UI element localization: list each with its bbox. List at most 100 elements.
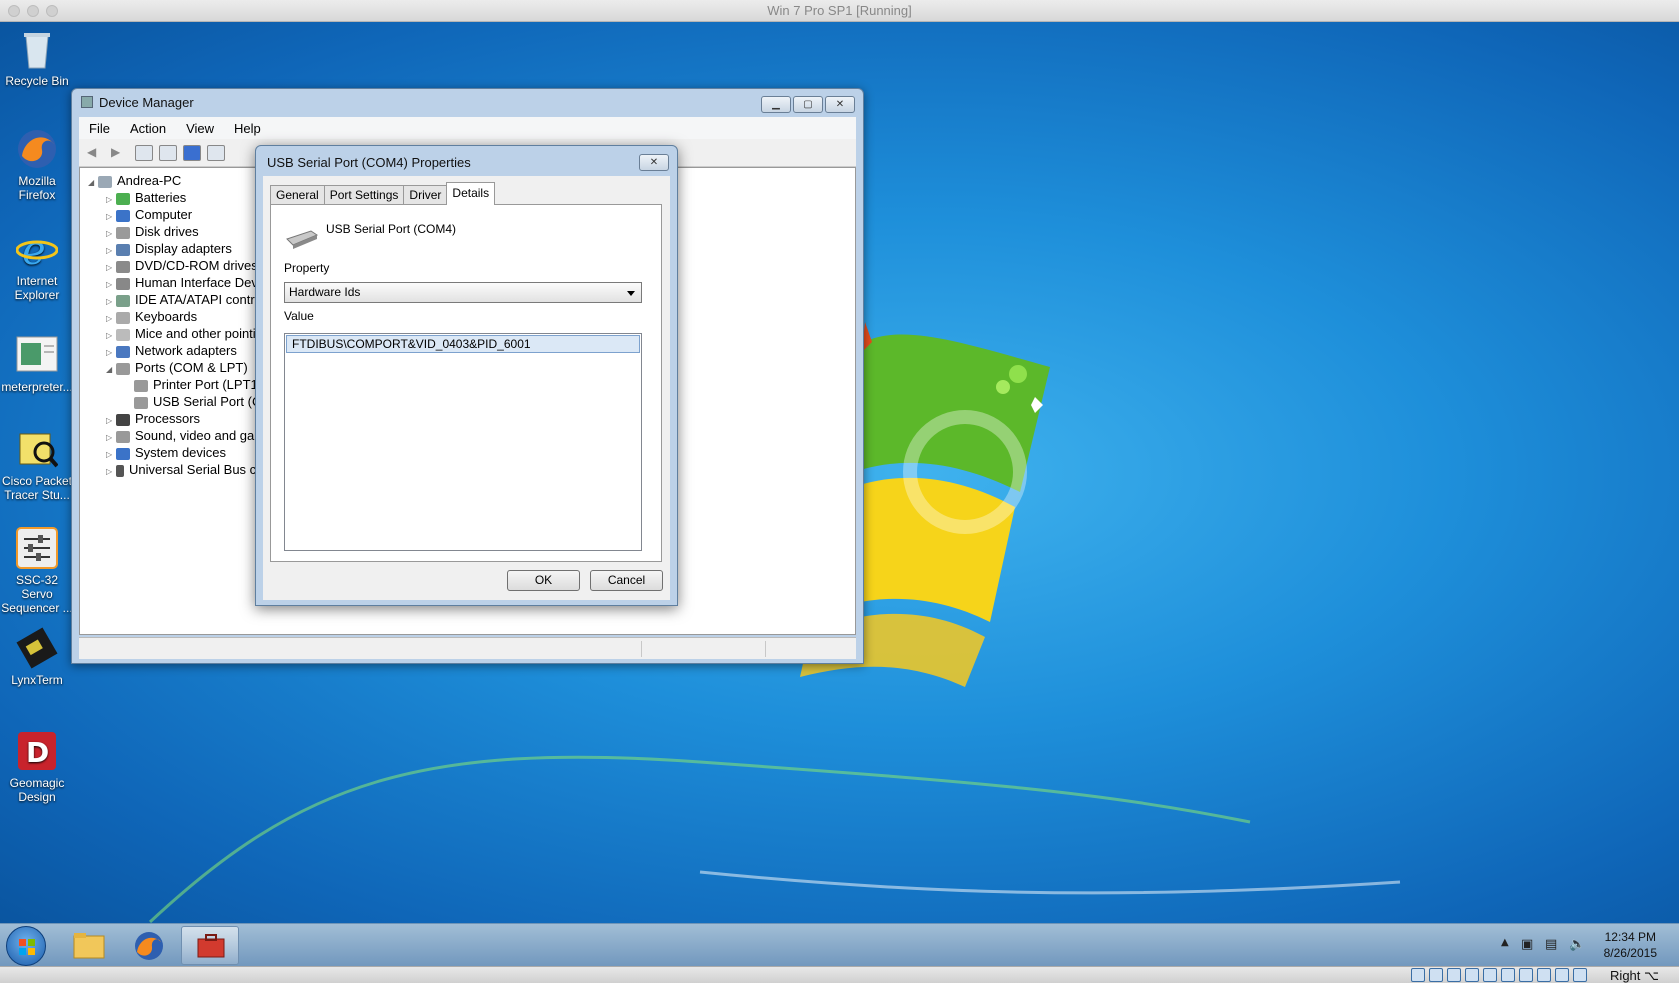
show-hidden-icons[interactable]: ▲ xyxy=(1501,937,1509,948)
display-adapter-icon xyxy=(116,243,130,256)
volume-icon[interactable]: 🔈 xyxy=(1569,937,1585,952)
tree-item-printer-port[interactable]: Printer Port (LPT1) xyxy=(134,376,262,394)
tab-details[interactable]: Details xyxy=(446,182,496,205)
tree-item-dvd-cdrom[interactable]: ▷ DVD/CD-ROM drives xyxy=(106,257,258,275)
tree-item-processors[interactable]: ▷ Processors xyxy=(106,410,200,428)
taskbar-device-manager-button[interactable] xyxy=(181,926,239,965)
computer-icon xyxy=(98,175,112,188)
menu-action[interactable]: Action xyxy=(120,121,176,136)
tree-item-mice[interactable]: ▷ Mice and other pointi xyxy=(106,325,256,343)
tree-root[interactable]: ◢ Andrea-PC xyxy=(88,172,181,190)
tree-item-batteries[interactable]: ▷ Batteries xyxy=(106,189,186,207)
device-manager-titlebar[interactable]: Device Manager ▁ ▢ ✕ xyxy=(72,89,863,117)
firefox-icon xyxy=(135,932,163,960)
shared-folder-icon[interactable] xyxy=(1483,968,1497,982)
tree-item-system-devices[interactable]: ▷ System devices xyxy=(106,444,226,462)
tree-item-human-interface[interactable]: ▷ Human Interface Devi xyxy=(106,274,261,292)
tree-item-network-adapters[interactable]: ▷ Network adapters xyxy=(106,342,237,360)
tree-item-keyboards[interactable]: ▷ Keyboards xyxy=(106,308,197,326)
mouse-integration-icon[interactable] xyxy=(1555,968,1569,982)
property-selected-value: Hardware Ids xyxy=(289,285,361,299)
tray-device-icon[interactable]: ▣ xyxy=(1521,937,1533,952)
tab-driver[interactable]: Driver xyxy=(403,185,448,205)
cancel-button[interactable]: Cancel xyxy=(590,570,663,591)
system-device-icon xyxy=(116,447,130,460)
desktop-icon-cisco-packet-tracer[interactable]: Cisco Packet Tracer Stu... xyxy=(0,428,74,502)
property-dropdown[interactable]: Hardware Ids xyxy=(284,282,642,303)
taskbar-clock[interactable]: 12:34 PM 8/26/2015 xyxy=(1604,929,1657,961)
device-manager-title: Device Manager xyxy=(99,95,194,110)
close-button[interactable]: ✕ xyxy=(825,96,855,113)
value-listbox[interactable]: FTDIBUS\COMPORT&VID_0403&PID_6001 xyxy=(284,333,642,551)
serial-port-icon xyxy=(286,230,319,249)
tree-item-ports[interactable]: ◢ Ports (COM & LPT) xyxy=(106,359,248,377)
desktop-icon-firefox[interactable]: Mozilla Firefox xyxy=(0,128,74,202)
close-window-icon[interactable] xyxy=(8,5,20,17)
keyboard-capture-icon[interactable] xyxy=(1573,968,1587,982)
desktop-icon-ssc32-servo-sequencer[interactable]: SSC-32 Servo Sequencer ... xyxy=(0,527,74,615)
video-capture-icon[interactable] xyxy=(1519,968,1533,982)
cpu-status-icon[interactable] xyxy=(1537,968,1551,982)
processor-icon xyxy=(116,413,130,426)
optical-drive-icon[interactable] xyxy=(1429,968,1443,982)
mouse-icon xyxy=(116,328,130,341)
tab-port-settings[interactable]: Port Settings xyxy=(323,185,405,205)
tree-item-computer[interactable]: ▷ Computer xyxy=(106,206,192,224)
port-icon xyxy=(134,396,148,409)
tree-item-usb-controllers[interactable]: ▷ Universal Serial Bus co xyxy=(106,461,263,479)
display-status-icon[interactable] xyxy=(1501,968,1515,982)
start-button[interactable] xyxy=(6,926,46,966)
desktop-icon-geomagic-design[interactable]: D Geomagic Design xyxy=(0,730,74,804)
list-item[interactable]: FTDIBUS\COMPORT&VID_0403&PID_6001 xyxy=(286,335,640,353)
network-status-icon[interactable] xyxy=(1447,968,1461,982)
zoom-window-icon[interactable] xyxy=(46,5,58,17)
battery-icon xyxy=(116,192,130,205)
back-icon[interactable]: ◀ xyxy=(87,145,105,161)
desktop-icon-meterpreter[interactable]: meterpreter... xyxy=(0,334,74,394)
host-key-label: Right ⌥ xyxy=(1610,968,1659,983)
tree-item-disk-drives[interactable]: ▷ Disk drives xyxy=(106,223,199,241)
minimize-window-icon[interactable] xyxy=(27,5,39,17)
folder-icon xyxy=(73,933,105,959)
dialog-close-button[interactable]: ✕ xyxy=(639,154,669,171)
forward-icon[interactable]: ▶ xyxy=(111,145,129,161)
menu-view[interactable]: View xyxy=(176,121,224,136)
menu-help[interactable]: Help xyxy=(224,121,271,136)
desktop[interactable]: Recycle Bin Mozilla Firefox e Internet E… xyxy=(0,22,1679,923)
ide-controller-icon xyxy=(116,294,130,307)
property-label: Property xyxy=(284,261,330,275)
properties-dialog[interactable]: USB Serial Port (COM4) Properties ✕ Gene… xyxy=(255,145,678,606)
svg-text:e: e xyxy=(22,228,46,270)
desktop-icon-internet-explorer[interactable]: e Internet Explorer xyxy=(0,228,74,302)
desktop-icon-lynxterm[interactable]: LynxTerm xyxy=(0,627,74,687)
help-icon[interactable] xyxy=(183,144,201,161)
tree-item-sound-video[interactable]: ▷ Sound, video and gan xyxy=(106,427,262,445)
desktop-icon-recycle-bin[interactable]: Recycle Bin xyxy=(0,28,74,88)
recycle-bin-icon xyxy=(16,28,58,70)
ok-button[interactable]: OK xyxy=(507,570,580,591)
port-icon xyxy=(116,362,130,375)
minimize-button[interactable]: ▁ xyxy=(761,96,791,113)
speaker-icon xyxy=(116,430,130,443)
tab-general[interactable]: General xyxy=(270,185,325,205)
hard-disk-icon[interactable] xyxy=(1411,968,1425,982)
menu-bar: File Action View Help xyxy=(79,117,856,139)
taskbar-explorer-button[interactable] xyxy=(60,926,118,965)
tree-item-usb-serial-port[interactable]: USB Serial Port (CO xyxy=(134,393,271,411)
show-hide-console-tree-icon[interactable] xyxy=(135,144,153,161)
dvd-icon xyxy=(116,260,130,273)
status-bar xyxy=(79,637,856,659)
taskbar-firefox-button[interactable] xyxy=(120,926,178,965)
menu-file[interactable]: File xyxy=(79,121,120,136)
clock-time: 12:34 PM xyxy=(1604,930,1656,944)
properties-icon[interactable] xyxy=(159,144,177,161)
action-pane-icon[interactable] xyxy=(207,144,225,161)
usb-status-icon[interactable] xyxy=(1465,968,1479,982)
tree-item-display-adapters[interactable]: ▷ Display adapters xyxy=(106,240,232,258)
tree-item-ide-ata[interactable]: ▷ IDE ATA/ATAPI contro xyxy=(106,291,262,309)
geomagic-icon: D xyxy=(16,730,58,772)
network-icon[interactable]: ▤ xyxy=(1545,937,1557,952)
details-panel: USB Serial Port (COM4) Property Hardware… xyxy=(270,204,662,562)
maximize-button[interactable]: ▢ xyxy=(793,96,823,113)
firefox-icon xyxy=(16,128,58,170)
